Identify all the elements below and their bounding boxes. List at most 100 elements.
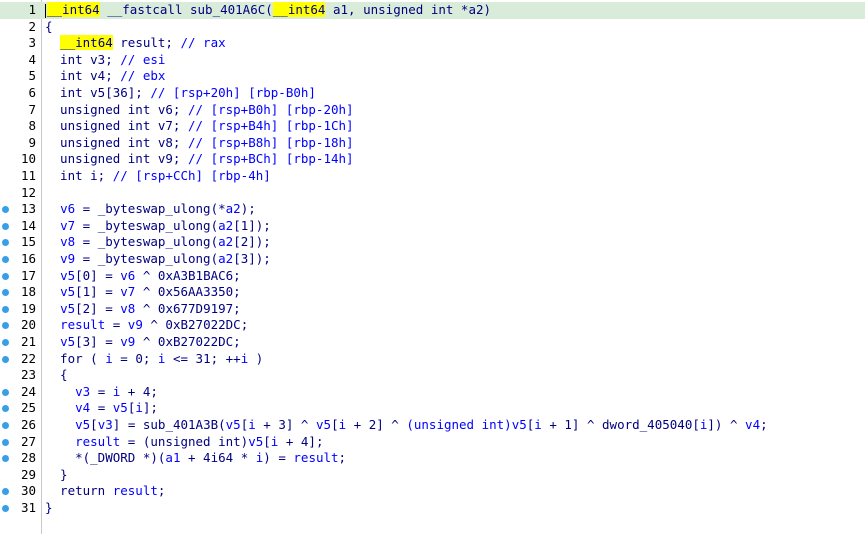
code-line[interactable]: 21 v5[3] = v9 ^ 0xB27022DC;: [0, 334, 865, 351]
code-token: int v5[36];: [45, 85, 151, 100]
line-number: 12: [20, 184, 36, 200]
code-token: ;: [157, 483, 166, 499]
code-token: return: [45, 483, 113, 499]
variable-token: v3: [97, 417, 113, 432]
code-line[interactable]: 25 v4 = v5[i];: [0, 400, 865, 417]
code-text: v5[1] = v7 ^ 0x56AA3350;: [45, 284, 241, 301]
code-token: =: [90, 383, 113, 399]
code-token: {: [45, 367, 68, 383]
line-number: 25: [20, 400, 36, 416]
code-line[interactable]: 14 v7 = _byteswap_ulong(a2[1]);: [0, 218, 865, 235]
code-token: *(_DWORD *)(: [45, 450, 166, 466]
code-text: int v3; // esi: [45, 52, 165, 69]
variable-token: v7: [120, 284, 136, 300]
code-token: }: [45, 500, 53, 515]
line-number: 29: [20, 466, 36, 482]
line-number: 27: [20, 433, 36, 449]
code-text: __int64 result; // rax: [45, 35, 226, 52]
code-text: for ( i = 0; i <= 31; ++i ): [45, 351, 263, 368]
code-line[interactable]: 8 unsigned int v7; // [rsp+B4h] [rbp-1Ch…: [0, 118, 865, 135]
code-line[interactable]: 17 v5[0] = v6 ^ 0xA3B1BAC6;: [0, 268, 865, 285]
code-text: v8 = _byteswap_ulong(a2[2]);: [45, 234, 271, 251]
code-text: int v4; // ebx: [45, 68, 165, 85]
code-token: + 4];: [278, 433, 324, 449]
code-line[interactable]: 18 v5[1] = v7 ^ 0x56AA3350;: [0, 284, 865, 301]
code-line[interactable]: 19 v5[2] = v8 ^ 0x677D9197;: [0, 301, 865, 318]
code-token: + 2] ^: [346, 417, 407, 432]
code-line[interactable]: 26 v5[v3] = sub_401A3B(v5[i + 3] ^ v5[i …: [0, 417, 865, 434]
line-number: 26: [20, 417, 36, 432]
code-line[interactable]: 5 int v4; // ebx: [0, 68, 865, 85]
code-token: [1]);: [233, 217, 271, 233]
code-token: a1, unsigned int *a2): [325, 2, 492, 17]
line-number: 4: [28, 51, 36, 67]
code-text: v7 = _byteswap_ulong(a2[1]);: [45, 218, 271, 235]
code-line[interactable]: 20 result = v9 ^ 0xB27022DC;: [0, 317, 865, 334]
code-text: v5[v3] = sub_401A3B(v5[i + 3] ^ v5[i + 2…: [45, 417, 768, 434]
code-token: = (unsigned int): [120, 433, 249, 449]
code-line[interactable]: 23 {: [0, 367, 865, 384]
code-line[interactable]: 9 unsigned int v8; // [rsp+B8h] [rbp-18h…: [0, 135, 865, 152]
comment-token: // [rsp+B4h] [rbp-1Ch]: [188, 118, 354, 134]
variable-token: v7: [60, 217, 76, 233]
variable-token: a2: [218, 217, 234, 233]
code-token: {: [45, 18, 53, 34]
line-number: 18: [20, 284, 36, 300]
variable-token: v5: [60, 300, 76, 316]
code-line[interactable]: 2{: [0, 19, 865, 36]
variable-token: result: [293, 450, 339, 466]
code-line[interactable]: 15 v8 = _byteswap_ulong(a2[2]);: [0, 234, 865, 251]
code-line[interactable]: 11 int i; // [rsp+CCh] [rbp-4h]: [0, 168, 865, 185]
code-line[interactable]: 6 int v5[36]; // [rsp+20h] [rbp-B0h]: [0, 85, 865, 102]
code-token: for (: [45, 350, 106, 366]
variable-token: v3: [75, 383, 91, 399]
variable-token: v5: [316, 417, 332, 432]
variable-token: v8: [120, 300, 136, 316]
line-number: 19: [20, 300, 36, 316]
code-line[interactable]: 4 int v3; // esi: [0, 52, 865, 69]
code-token: unsigned int v9;: [45, 151, 188, 167]
code-token: ]) ^: [707, 417, 746, 432]
code-text: {: [45, 367, 68, 384]
code-token: <= 31; ++: [165, 350, 241, 366]
code-line[interactable]: 1 __int64 __fastcall sub_401A6C(__int64 a…: [0, 2, 865, 19]
code-line[interactable]: 22 for ( i = 0; i <= 31; ++i ): [0, 351, 865, 368]
code-line[interactable]: 30 return result;: [0, 483, 865, 500]
code-line[interactable]: 7 unsigned int v6; // [rsp+B0h] [rbp-20h…: [0, 102, 865, 119]
code-text: v3 = i + 4;: [45, 384, 158, 401]
line-number: 22: [20, 350, 36, 366]
code-token: + 4i64 *: [180, 450, 256, 466]
variable-token: v5: [225, 417, 241, 432]
variable-token: v5: [511, 417, 527, 432]
code-line[interactable]: 27 result = (unsigned int)v5[i + 4];: [0, 434, 865, 451]
code-line[interactable]: 3 __int64 result; // rax: [0, 35, 865, 52]
code-text: unsigned int v7; // [rsp+B4h] [rbp-1Ch]: [45, 118, 354, 135]
line-number: 31: [20, 500, 36, 515]
code-token: int i;: [45, 168, 113, 183]
variable-token: v5: [248, 433, 264, 449]
code-line[interactable]: 28 *(_DWORD *)(a1 + 4i64 * i) = result;: [0, 450, 865, 467]
code-line[interactable]: 24 v3 = i + 4;: [0, 384, 865, 401]
code-line[interactable]: 12: [0, 185, 865, 202]
variable-token: v5: [75, 417, 91, 432]
code-token: }: [45, 466, 68, 482]
code-text: v6 = _byteswap_ulong(*a2);: [45, 201, 256, 218]
code-text: int v5[36]; // [rsp+20h] [rbp-B0h]: [45, 85, 316, 102]
code-line[interactable]: 31}: [0, 500, 865, 517]
variable-token: i: [105, 350, 113, 366]
code-text: {: [45, 19, 53, 36]
code-line[interactable]: 16 v9 = _byteswap_ulong(a2[3]);: [0, 251, 865, 268]
code-line[interactable]: 13 v6 = _byteswap_ulong(*a2);: [0, 201, 865, 218]
variable-token: i: [135, 400, 143, 416]
code-token: [0] =: [75, 267, 121, 283]
comment-token: // [rsp+BCh] [rbp-14h]: [188, 151, 354, 167]
code-line[interactable]: 10 unsigned int v9; // [rsp+BCh] [rbp-14…: [0, 151, 865, 168]
variable-token: v5: [60, 334, 76, 349]
variable-token: a2: [218, 251, 234, 266]
code-line[interactable]: 29 }: [0, 467, 865, 484]
code-token: + 1] ^ dword_405040[: [541, 417, 700, 432]
variable-token: a2: [218, 234, 234, 250]
code-text: v9 = _byteswap_ulong(a2[3]);: [45, 251, 271, 268]
